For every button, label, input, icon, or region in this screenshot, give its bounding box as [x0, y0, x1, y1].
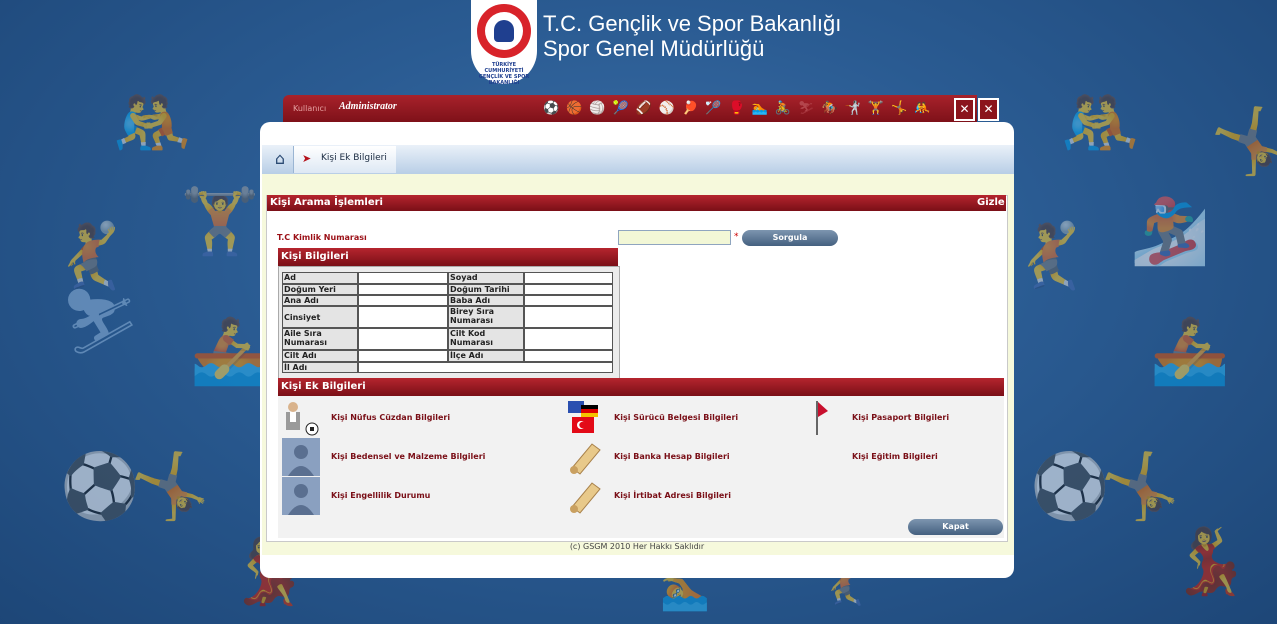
link-nufus-cuzdan[interactable]: Kişi Nüfus Cüzdan Bilgileri: [331, 413, 450, 422]
field-value: [358, 328, 448, 350]
field-value: [524, 295, 613, 306]
field-value: [358, 295, 448, 306]
link-engellilik[interactable]: Kişi Engellilik Durumu: [331, 491, 430, 500]
link-banka-hesap[interactable]: Kişi Banka Hesap Bilgileri: [614, 452, 730, 461]
field-value: [358, 350, 448, 362]
athlete-silhouette-icon: 🤸: [1210, 105, 1277, 179]
field-value: [524, 284, 613, 295]
logout-close-icon[interactable]: ✕: [978, 98, 999, 121]
link-egitim[interactable]: Kişi Eğitim Bilgileri: [852, 452, 938, 461]
id-card-person-icon[interactable]: [281, 399, 319, 437]
link-pasaport[interactable]: Kişi Pasaport Bilgileri: [852, 413, 949, 422]
avatar-icon[interactable]: [282, 438, 320, 476]
link-surucu-belgesi[interactable]: Kişi Sürücü Belgesi Bilgileri: [614, 413, 738, 422]
passport-flag-icon[interactable]: [808, 399, 846, 437]
ministry-logo: TÜRKİYE CUMHURİYETİ GENÇLİK VE SPOR BAKA…: [471, 0, 537, 86]
athlete-silhouette-icon: 🏋: [180, 185, 260, 259]
breadcrumb-current[interactable]: Kişi Ek Bilgileri: [321, 153, 387, 163]
field-label: Ana Adı: [282, 295, 358, 306]
link-bedensel-malzeme[interactable]: Kişi Bedensel ve Malzeme Bilgileri: [331, 452, 485, 461]
field-value: [358, 284, 448, 295]
footer-copyright: (c) GSGM 2010 Her Hakkı Saklıdır: [569, 542, 705, 551]
athlete-silhouette-icon: 🤼: [112, 87, 192, 161]
athlete-silhouette-icon: 🤸: [130, 450, 210, 524]
bottom-strip: [0, 624, 1277, 631]
athlete-silhouette-icon: 🚣: [1150, 315, 1230, 389]
logo-text: TÜRKİYE CUMHURİYETİ GENÇLİK VE SPOR BAKA…: [478, 62, 530, 86]
field-label: Cilt Adı: [282, 350, 358, 362]
athlete-silhouette-icon: 💃: [1170, 525, 1250, 599]
extra-info-header: Kişi Ek Bilgileri: [278, 378, 1004, 396]
field-label: Aile Sıra Numarası: [282, 328, 358, 350]
avatar-icon[interactable]: [282, 477, 320, 515]
athlete-silhouette-icon: 🤾: [1010, 220, 1090, 294]
field-label: Birey Sıra Numarası: [448, 306, 524, 328]
field-value: [524, 272, 613, 284]
field-value: [358, 362, 613, 373]
athlete-silhouette-icon: ⚽: [1030, 450, 1110, 524]
tc-label: T.C Kimlik Numarası: [277, 233, 367, 242]
field-value: [358, 272, 448, 284]
link-irtibat-adresi[interactable]: Kişi İrtibat Adresi Bilgileri: [614, 491, 731, 500]
field-label: Doğum Yeri: [282, 284, 358, 295]
field-label: Soyad: [448, 272, 524, 284]
sport-icons-strip: ⚽🏀🏐🎾🏈⚾🏓🏸🥊🏊🚴⛷🏇🤺🏋🤸🤼: [543, 101, 938, 116]
athlete-silhouette-icon: 🤾: [50, 220, 130, 294]
required-mark: *: [734, 232, 739, 242]
tc-input[interactable]: [618, 230, 731, 245]
scroll-icon[interactable]: [566, 438, 604, 476]
scroll-icon[interactable]: [566, 477, 604, 515]
field-label: Cinsiyet: [282, 306, 358, 328]
query-button[interactable]: Sorgula: [742, 230, 838, 246]
person-info-header: Kişi Bilgileri: [278, 248, 618, 266]
field-value: [524, 350, 613, 362]
user-label: Kullanıcı: [293, 104, 327, 113]
athlete-silhouette-icon: ⚽: [60, 450, 140, 524]
field-label: İl Adı: [282, 362, 358, 373]
athlete-silhouette-icon: ⛷: [60, 285, 142, 359]
user-name: Administrator: [339, 101, 397, 112]
field-value: [524, 306, 613, 328]
search-section-header: Kişi Arama İşlemleri: [267, 195, 1006, 211]
user-bar: Kullanıcı Administrator ⚽🏀🏐🎾🏈⚾🏓🏸🥊🏊🚴⛷🏇🤺🏋🤸…: [283, 95, 977, 122]
athlete-silhouette-icon: 🤼: [1060, 87, 1140, 161]
hide-link[interactable]: Gizle: [977, 195, 1005, 211]
field-label: Baba Adı: [448, 295, 524, 306]
athlete-silhouette-icon: 🚣: [190, 315, 270, 389]
home-icon[interactable]: ⌂: [270, 149, 290, 169]
person-info-title: Kişi Bilgileri: [281, 251, 349, 262]
arrow-right-icon: ➤: [302, 152, 312, 165]
field-label: Cilt Kod Numarası: [448, 328, 524, 350]
field-label: Doğum Tarihi: [448, 284, 524, 295]
field-label: Ad: [282, 272, 358, 284]
athlete-silhouette-icon: 🏂: [1130, 195, 1210, 269]
field-value: [524, 328, 613, 350]
close-button[interactable]: Kapat: [908, 519, 1003, 535]
field-label: İlçe Adı: [448, 350, 524, 362]
brand-title: T.C. Gençlik ve Spor Bakanlığı: [543, 11, 842, 36]
brand-subtitle: Spor Genel Müdürlüğü: [543, 36, 765, 61]
extra-info-title: Kişi Ek Bilgileri: [281, 381, 366, 392]
flags-icon[interactable]: [566, 399, 604, 437]
athlete-silhouette-icon: 🤸: [1100, 450, 1180, 524]
close-icon[interactable]: ✕: [954, 98, 975, 121]
field-value: [358, 306, 448, 328]
search-section-title: Kişi Arama İşlemleri: [270, 197, 383, 208]
